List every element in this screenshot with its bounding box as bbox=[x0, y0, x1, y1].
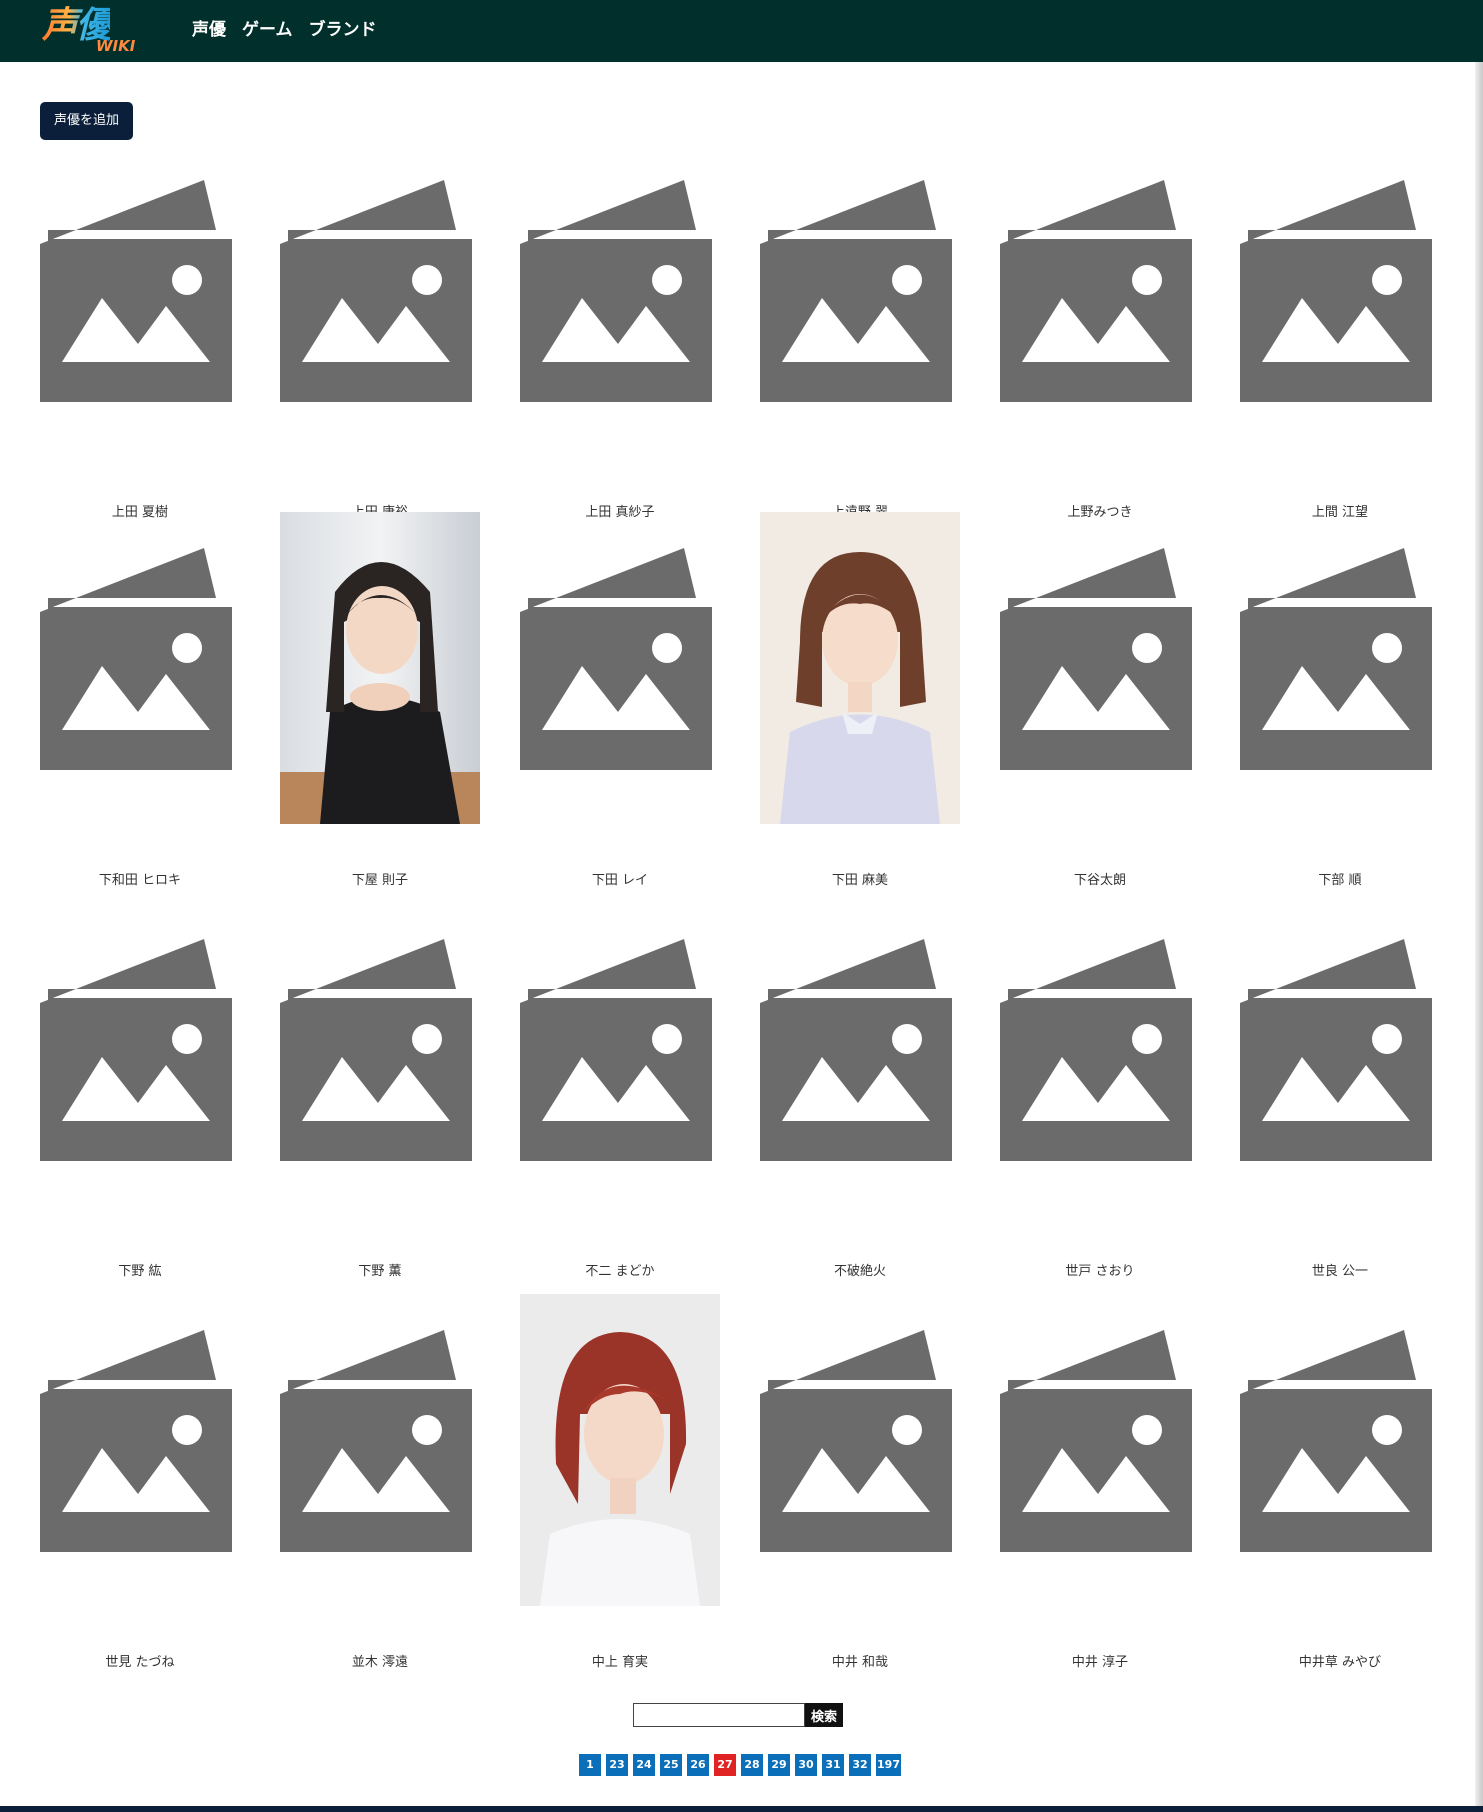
image-placeholder-icon[interactable] bbox=[1240, 931, 1440, 1243]
image-placeholder-icon[interactable] bbox=[760, 1322, 960, 1634]
nav-link-voice-actors[interactable]: 声優 bbox=[192, 18, 226, 42]
page-link[interactable]: 31 bbox=[822, 1754, 844, 1776]
voice-actor-card[interactable]: 上田 夏樹 bbox=[40, 172, 240, 520]
voice-actor-name[interactable]: 下和田 ヒロキ bbox=[40, 872, 240, 890]
image-placeholder-icon[interactable] bbox=[760, 931, 960, 1243]
logo-subtext: WIKI bbox=[96, 37, 136, 55]
image-placeholder-icon[interactable] bbox=[1240, 172, 1440, 484]
voice-actor-card[interactable]: 上間 江望 bbox=[1240, 172, 1440, 520]
voice-actor-card[interactable]: 世戸 さおり bbox=[1000, 931, 1200, 1279]
voice-actor-card[interactable]: 下田 レイ bbox=[520, 540, 720, 888]
voice-actor-name[interactable]: 上間 江望 bbox=[1240, 504, 1440, 522]
page-link[interactable]: 1 bbox=[579, 1754, 601, 1776]
voice-actor-card[interactable]: 世良 公一 bbox=[1240, 931, 1440, 1279]
voice-actor-name[interactable]: 上田 夏樹 bbox=[40, 504, 240, 522]
page-link[interactable]: 197 bbox=[876, 1754, 901, 1776]
voice-actor-name[interactable]: 不破絶火 bbox=[760, 1263, 960, 1281]
voice-actor-card[interactable]: 上遠野 翠 bbox=[760, 172, 960, 520]
voice-actor-card[interactable]: 中井 和哉 bbox=[760, 1322, 960, 1670]
page-link[interactable]: 25 bbox=[660, 1754, 682, 1776]
voice-actor-photo[interactable] bbox=[520, 1294, 720, 1606]
image-placeholder-icon[interactable] bbox=[40, 540, 240, 852]
voice-actor-name[interactable]: 下田 レイ bbox=[520, 872, 720, 890]
voice-actor-name[interactable]: 中井 和哉 bbox=[760, 1654, 960, 1672]
image-placeholder-icon[interactable] bbox=[280, 1322, 480, 1634]
voice-actor-name[interactable]: 下部 順 bbox=[1240, 872, 1440, 890]
image-placeholder-icon[interactable] bbox=[520, 931, 720, 1243]
search-input[interactable] bbox=[633, 1703, 805, 1727]
image-placeholder-icon[interactable] bbox=[40, 1322, 240, 1634]
voice-actor-card[interactable]: 中井草 みやび bbox=[1240, 1322, 1440, 1670]
voice-actor-card[interactable]: 上田 康裕 bbox=[280, 172, 480, 520]
main-nav: 声優 ゲーム ブランド bbox=[192, 18, 377, 42]
page-edge-shadow bbox=[1475, 62, 1483, 1807]
image-placeholder-icon[interactable] bbox=[1000, 172, 1200, 484]
voice-actor-card[interactable]: 下和田 ヒロキ bbox=[40, 540, 240, 888]
voice-actor-name[interactable]: 世良 公一 bbox=[1240, 1263, 1440, 1281]
image-placeholder-icon[interactable] bbox=[40, 931, 240, 1243]
footer-bar bbox=[0, 1806, 1483, 1812]
voice-actor-card[interactable]: 不二 まどか bbox=[520, 931, 720, 1279]
voice-actor-card[interactable]: 並木 澪遠 bbox=[280, 1322, 480, 1670]
voice-actor-name[interactable]: 上野みつき bbox=[1000, 504, 1200, 522]
image-placeholder-icon[interactable] bbox=[280, 931, 480, 1243]
image-placeholder-icon[interactable] bbox=[520, 172, 720, 484]
voice-actor-card[interactable]: 下屋 則子 bbox=[280, 512, 480, 888]
pagination: 1 23 24 25 26 27 28 29 30 31 32 197 bbox=[579, 1754, 901, 1776]
page-link[interactable]: 32 bbox=[849, 1754, 871, 1776]
site-logo[interactable]: 声優 WIKI bbox=[40, 4, 140, 58]
page-link[interactable]: 27 bbox=[714, 1754, 736, 1776]
image-placeholder-icon[interactable] bbox=[1000, 540, 1200, 852]
voice-actor-name[interactable]: 下屋 則子 bbox=[280, 872, 480, 890]
voice-actor-card[interactable]: 不破絶火 bbox=[760, 931, 960, 1279]
voice-actor-card[interactable]: 上田 真紗子 bbox=[520, 172, 720, 520]
nav-link-brands[interactable]: ブランド bbox=[309, 18, 377, 42]
voice-actor-name[interactable]: 下野 紘 bbox=[40, 1263, 240, 1281]
image-placeholder-icon[interactable] bbox=[1000, 1322, 1200, 1634]
page-link[interactable]: 23 bbox=[606, 1754, 628, 1776]
voice-actor-name[interactable]: 中井 淳子 bbox=[1000, 1654, 1200, 1672]
image-placeholder-icon[interactable] bbox=[1000, 931, 1200, 1243]
image-placeholder-icon[interactable] bbox=[1240, 1322, 1440, 1634]
page-link[interactable]: 24 bbox=[633, 1754, 655, 1776]
page-link[interactable]: 26 bbox=[687, 1754, 709, 1776]
voice-actor-card[interactable]: 下田 麻美 bbox=[760, 512, 960, 888]
voice-actor-card[interactable]: 下部 順 bbox=[1240, 540, 1440, 888]
voice-actor-name[interactable]: 下谷太朗 bbox=[1000, 872, 1200, 890]
voice-actor-name[interactable]: 上田 真紗子 bbox=[520, 504, 720, 522]
voice-actor-name[interactable]: 下田 麻美 bbox=[760, 872, 960, 890]
voice-actor-photo[interactable] bbox=[760, 512, 960, 824]
voice-actor-name[interactable]: 不二 まどか bbox=[520, 1263, 720, 1281]
image-placeholder-icon[interactable] bbox=[520, 540, 720, 852]
image-placeholder-icon[interactable] bbox=[40, 172, 240, 484]
voice-actor-card[interactable]: 中井 淳子 bbox=[1000, 1322, 1200, 1670]
voice-actor-name[interactable]: 中上 育実 bbox=[520, 1654, 720, 1672]
add-voice-actor-button[interactable]: 声優を追加 bbox=[40, 102, 133, 140]
image-placeholder-icon[interactable] bbox=[1240, 540, 1440, 852]
voice-actor-card[interactable]: 下谷太朗 bbox=[1000, 540, 1200, 888]
voice-actor-card[interactable]: 中上 育実 bbox=[520, 1294, 720, 1670]
top-navbar: 声優 WIKI 声優 ゲーム ブランド bbox=[0, 0, 1483, 62]
voice-actor-card[interactable]: 上野みつき bbox=[1000, 172, 1200, 520]
voice-actor-name[interactable]: 世戸 さおり bbox=[1000, 1263, 1200, 1281]
search-form: 検索 bbox=[633, 1703, 843, 1727]
image-placeholder-icon[interactable] bbox=[760, 172, 960, 484]
voice-actor-card[interactable]: 下野 紘 bbox=[40, 931, 240, 1279]
image-placeholder-icon[interactable] bbox=[280, 172, 480, 484]
voice-actor-name[interactable]: 並木 澪遠 bbox=[280, 1654, 480, 1672]
voice-actor-card[interactable]: 下野 薫 bbox=[280, 931, 480, 1279]
voice-actor-photo[interactable] bbox=[280, 512, 480, 824]
voice-actor-card[interactable]: 世見 たづね bbox=[40, 1322, 240, 1670]
page-link[interactable]: 28 bbox=[741, 1754, 763, 1776]
page-link[interactable]: 30 bbox=[795, 1754, 817, 1776]
nav-link-games[interactable]: ゲーム bbox=[242, 18, 293, 42]
search-button[interactable]: 検索 bbox=[805, 1703, 843, 1727]
voice-actor-name[interactable]: 下野 薫 bbox=[280, 1263, 480, 1281]
voice-actor-name[interactable]: 中井草 みやび bbox=[1240, 1654, 1440, 1672]
page-link[interactable]: 29 bbox=[768, 1754, 790, 1776]
voice-actor-name[interactable]: 世見 たづね bbox=[40, 1654, 240, 1672]
